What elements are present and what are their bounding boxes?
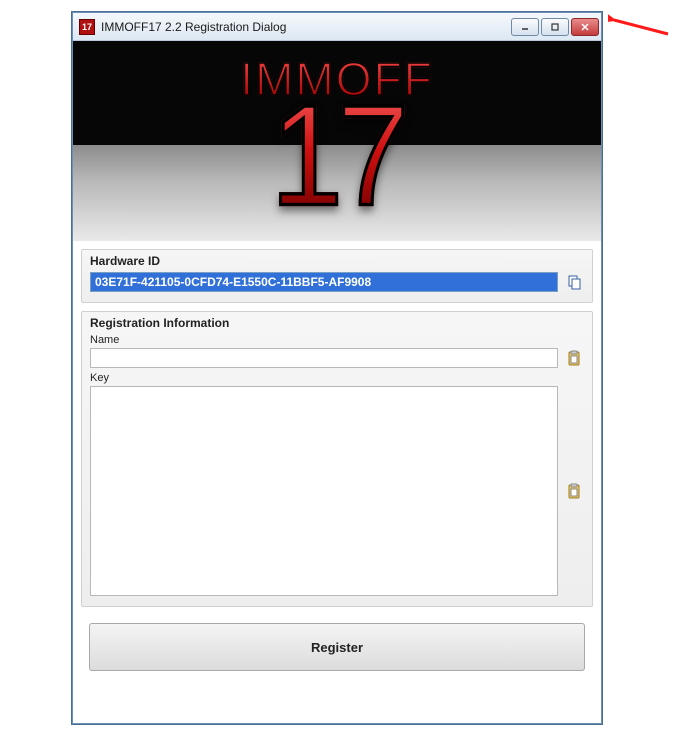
register-button[interactable]: Register	[89, 623, 585, 671]
registration-info-title: Registration Information	[90, 316, 584, 330]
maximize-icon	[550, 22, 560, 32]
paste-icon	[566, 483, 582, 499]
paste-key-button[interactable]	[564, 481, 584, 501]
close-button[interactable]	[571, 18, 599, 36]
app-icon: 17	[79, 19, 95, 35]
registration-info-group: Registration Information Name Key	[81, 311, 593, 607]
name-input[interactable]	[90, 348, 558, 368]
close-icon	[580, 22, 590, 32]
paste-name-button[interactable]	[564, 348, 584, 368]
logo: IMMOFF 17	[240, 59, 433, 211]
copy-icon	[566, 274, 582, 290]
paste-icon	[566, 350, 582, 366]
key-input[interactable]	[90, 386, 558, 596]
key-label: Key	[90, 372, 584, 384]
minimize-button[interactable]	[511, 18, 539, 36]
hardware-id-field[interactable]	[90, 272, 558, 292]
window-buttons	[511, 18, 599, 36]
titlebar: 17 IMMOFF17 2.2 Registration Dialog	[73, 13, 601, 41]
logo-text-bottom: 17	[240, 95, 433, 217]
logo-banner: IMMOFF 17	[73, 41, 601, 241]
content-area: Hardware ID Registration Information Nam…	[73, 241, 601, 687]
minimize-icon	[520, 22, 530, 32]
registration-dialog-window: 17 IMMOFF17 2.2 Registration Dialog IMMO…	[72, 12, 602, 724]
copy-hardware-id-button[interactable]	[564, 272, 584, 292]
maximize-button[interactable]	[541, 18, 569, 36]
hardware-id-group: Hardware ID	[81, 249, 593, 303]
name-label: Name	[90, 334, 584, 346]
window-title: IMMOFF17 2.2 Registration Dialog	[101, 20, 511, 34]
annotation-arrow	[608, 12, 678, 42]
hardware-id-title: Hardware ID	[90, 254, 584, 268]
